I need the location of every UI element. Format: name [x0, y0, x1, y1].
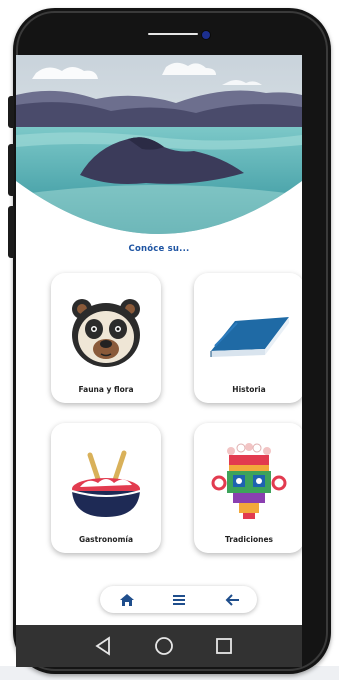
front-camera — [202, 31, 210, 39]
lake-landscape-header — [16, 55, 302, 234]
card-historia[interactable]: Historia — [194, 273, 302, 403]
system-nav-bar — [16, 625, 302, 667]
circle-home-icon[interactable] — [153, 635, 175, 657]
back-arrow-icon[interactable] — [224, 591, 242, 609]
card-tradiciones[interactable]: Tradiciones — [194, 423, 302, 553]
triangle-back-icon[interactable] — [93, 635, 115, 657]
square-recents-icon[interactable] — [213, 635, 235, 657]
book-icon — [210, 317, 289, 357]
card-label-fauna: Fauna y flora — [78, 385, 134, 394]
food-bowl-icon — [71, 450, 141, 517]
card-label-historia: Historia — [232, 385, 266, 394]
menu-icon[interactable] — [170, 591, 188, 609]
mask-icon — [211, 443, 287, 519]
bear-icon — [72, 299, 140, 367]
volume-down-button — [8, 206, 14, 258]
card-label-tradiciones: Tradiciones — [224, 535, 274, 544]
app-screen: Conóce su... Fauna y flora Historia Gast… — [16, 55, 302, 625]
earpiece-speaker — [148, 33, 198, 35]
home-icon[interactable] — [118, 591, 136, 609]
card-fauna-y-flora[interactable]: Fauna y flora — [51, 273, 161, 403]
intro-heading: Conóce su... — [128, 244, 190, 254]
mute-switch — [8, 96, 14, 128]
volume-up-button — [8, 144, 14, 196]
card-label-gastronomia: Gastronomía — [78, 535, 134, 544]
card-gastronomia[interactable]: Gastronomía — [51, 423, 161, 553]
bottom-nav-bar — [100, 586, 257, 613]
